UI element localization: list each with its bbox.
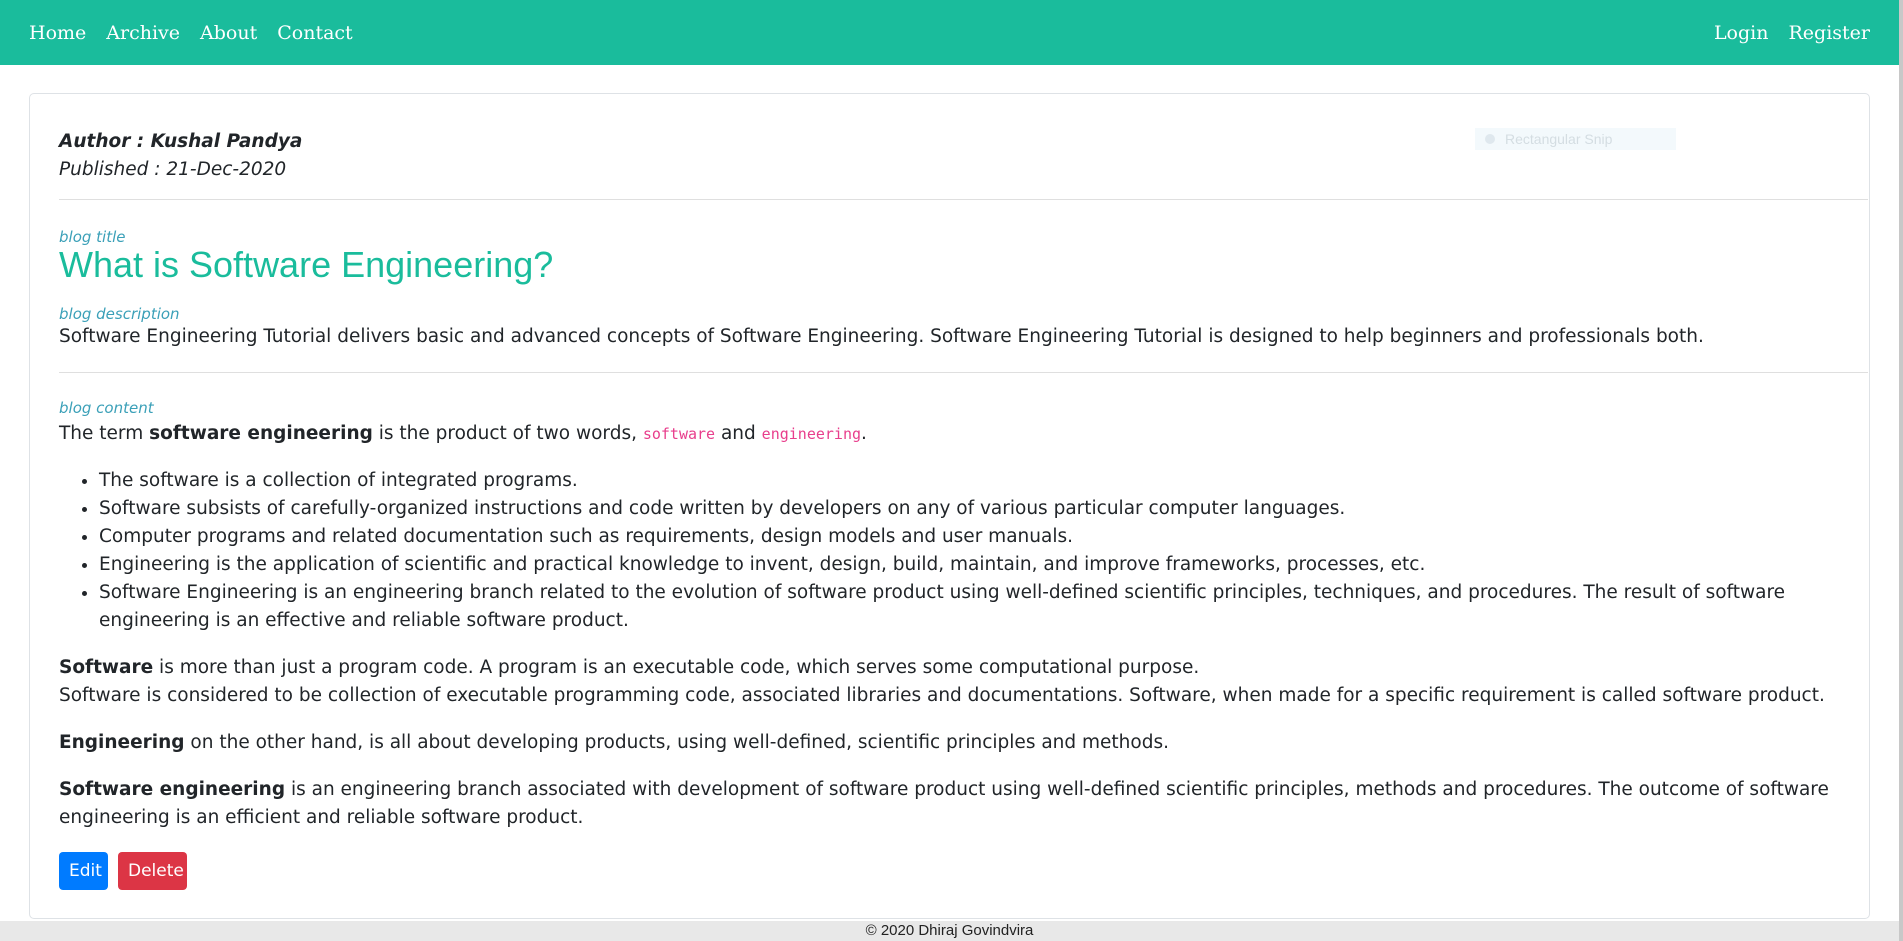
snip-label: Rectangular Snip (1505, 131, 1613, 147)
nav-about-link[interactable]: About (200, 22, 257, 44)
se-paragraph: Software engineering is an engineering b… (59, 779, 1829, 828)
snip-icon (1485, 134, 1495, 144)
blog-description: Software Engineering Tutorial delivers b… (59, 326, 1704, 347)
list-item: Computer programs and related documentat… (99, 523, 1869, 551)
blog-description-label: blog description (59, 305, 180, 323)
edit-button[interactable]: Edit (59, 852, 108, 890)
divider (59, 372, 1868, 373)
intro-paragraph: The term software engineering is the pro… (59, 423, 867, 444)
nav-left: Home Archive About Contact (29, 22, 373, 44)
footer-copyright: © 2020 Dhiraj Govindvira (0, 921, 1899, 941)
blog-title: What is Software Engineering? (59, 244, 554, 285)
delete-button[interactable]: Delete (118, 852, 187, 890)
action-buttons: Edit Delete (59, 852, 187, 890)
nav-login-link[interactable]: Login (1714, 22, 1769, 44)
list-item: Software subsists of carefully-organized… (99, 495, 1869, 523)
blog-content: The term software engineering is the pro… (59, 420, 1869, 851)
published-date: Published : 21-Dec-2020 (59, 159, 287, 180)
nav-right: Login Register (1694, 22, 1870, 44)
author-name: Author : Kushal Pandya (59, 131, 303, 152)
blog-meta: Author : Kushal Pandya Published : 21-De… (59, 128, 302, 184)
window-scrollbar[interactable] (1899, 0, 1903, 941)
list-item: Engineering is the application of scient… (99, 551, 1869, 579)
nav-home-link[interactable]: Home (29, 22, 86, 44)
nav-register-link[interactable]: Register (1788, 22, 1870, 44)
list-item: Software Engineering is an engineering b… (99, 579, 1869, 635)
nav-archive-link[interactable]: Archive (106, 22, 180, 44)
code-software: software (642, 425, 716, 443)
top-navbar: Home Archive About Contact Login Registe… (0, 0, 1899, 65)
software-paragraph: Software is more than just a program cod… (59, 657, 1825, 706)
blog-card: Author : Kushal Pandya Published : 21-De… (29, 93, 1870, 919)
snip-tool-overlay: Rectangular Snip (1475, 128, 1676, 150)
bullet-list: The software is a collection of integrat… (59, 467, 1869, 635)
blog-content-label: blog content (59, 399, 154, 417)
engineering-paragraph: Engineering on the other hand, is all ab… (59, 732, 1169, 753)
code-engineering: engineering (761, 425, 862, 443)
divider (59, 199, 1868, 200)
list-item: The software is a collection of integrat… (99, 467, 1869, 495)
nav-contact-link[interactable]: Contact (277, 22, 352, 44)
